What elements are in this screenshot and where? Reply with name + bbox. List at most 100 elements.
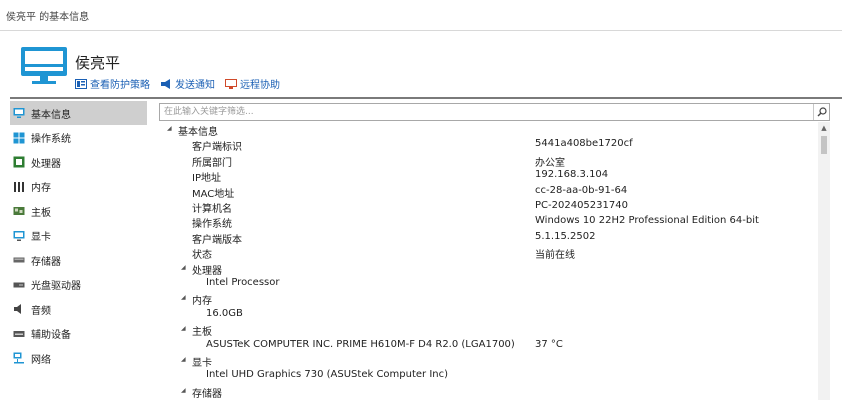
remote-screen-icon bbox=[225, 78, 237, 89]
expand-arrow-icon: ◢ bbox=[181, 386, 186, 394]
cpu-icon bbox=[13, 156, 25, 168]
memory-icon bbox=[14, 181, 24, 192]
table-row: IP地址 192.168.3.104 bbox=[159, 168, 818, 185]
filter-input[interactable] bbox=[160, 104, 810, 120]
sidebar-item-label: 存储器 bbox=[31, 256, 61, 268]
sidebar-item-os[interactable]: 操作系统 bbox=[10, 126, 147, 150]
send-notice-link[interactable]: 发送通知 bbox=[160, 76, 215, 91]
row-key: 操作系统 bbox=[192, 219, 232, 231]
sidebar-item-memory[interactable]: 内存 bbox=[10, 175, 147, 199]
category-sidebar: 基本信息 操作系统 处理器 内存 主板 显卡 存储器 光盘驱动器 音频 辅助设备… bbox=[10, 101, 147, 400]
sidebar-item-label: 光盘驱动器 bbox=[31, 281, 81, 292]
sidebar-item-label: 内存 bbox=[31, 183, 51, 194]
row-value: ASUSTeK COMPUTER INC. PRIME H610M-F D4 R… bbox=[206, 338, 515, 350]
sidebar-item-label: 辅助设备 bbox=[31, 330, 71, 341]
expand-arrow-icon: ◢ bbox=[167, 125, 172, 132]
sidebar-item-cpu[interactable]: 处理器 bbox=[10, 150, 147, 174]
header-divider bbox=[10, 97, 842, 99]
row-value: 192.168.3.104 bbox=[535, 169, 609, 181]
row-key: 客户端标识 bbox=[192, 142, 242, 154]
table-row: 计算机名 PC-202405231740 bbox=[159, 199, 818, 215]
row-key: 计算机名 bbox=[192, 204, 232, 215]
row-value: 16.0GB bbox=[206, 307, 243, 319]
sidebar-item-label: 操作系统 bbox=[31, 134, 71, 145]
row-value: Intel Processor bbox=[206, 277, 280, 288]
expand-arrow-icon: ◢ bbox=[181, 325, 186, 333]
row-value: 5441a408be1720cf bbox=[535, 138, 633, 150]
row-value: 办公室 bbox=[535, 157, 565, 169]
row-key: 状态 bbox=[192, 250, 212, 262]
sidebar-item-label: 显卡 bbox=[31, 232, 51, 243]
remote-assist-label: 远程协助 bbox=[240, 80, 280, 91]
optical-drive-icon bbox=[13, 282, 25, 287]
sidebar-item-basic-info[interactable]: 基本信息 bbox=[10, 101, 147, 125]
keyboard-icon bbox=[13, 330, 25, 337]
network-icon bbox=[13, 352, 24, 364]
megaphone-icon bbox=[161, 78, 170, 89]
table-row: 所属部门 办公室 bbox=[159, 153, 818, 169]
expand-arrow-icon: ◢ bbox=[181, 294, 186, 302]
monitor-icon bbox=[21, 47, 67, 84]
sidebar-item-label: 基本信息 bbox=[31, 109, 71, 121]
windows-icon bbox=[13, 132, 25, 143]
search-icon bbox=[817, 107, 827, 117]
client-user-name: 侯亮平 bbox=[75, 54, 121, 72]
board-temperature: 37 °C bbox=[535, 338, 563, 350]
sidebar-item-motherboard[interactable]: 主板 bbox=[10, 199, 147, 223]
client-header: 侯亮平 查看防护策略 发送通知 远程协助 bbox=[0, 32, 842, 96]
sidebar-item-label: 音频 bbox=[31, 305, 51, 317]
remote-assist-link[interactable]: 远程协助 bbox=[225, 76, 280, 91]
row-value: cc-28-aa-0b-91-64 bbox=[535, 184, 628, 196]
row-key: 所属部门 bbox=[192, 157, 232, 169]
search-button[interactable] bbox=[813, 104, 829, 120]
table-row: MAC地址 cc-28-aa-0b-91-64 bbox=[159, 184, 818, 200]
section-title: 显卡 bbox=[192, 358, 212, 369]
sidebar-item-optical-drive[interactable]: 光盘驱动器 bbox=[10, 273, 147, 297]
tree-section-cpu[interactable]: ◢ 处理器 bbox=[159, 261, 818, 277]
table-row: 客户端版本 5.1.15.2502 bbox=[159, 230, 818, 246]
motherboard-icon bbox=[13, 207, 25, 215]
title-bar: 侯亮平 的基本信息 bbox=[0, 0, 842, 31]
speaker-icon bbox=[14, 304, 21, 314]
tree-section-gpu[interactable]: ◢ 显卡 bbox=[159, 353, 818, 369]
table-row: Intel UHD Graphics 730 (ASUStek Computer… bbox=[159, 368, 818, 383]
scroll-up-icon[interactable]: ▲ bbox=[818, 122, 830, 134]
send-notice-label: 发送通知 bbox=[175, 80, 215, 91]
sidebar-item-network[interactable]: 网络 bbox=[10, 346, 147, 370]
hard-drive-icon bbox=[13, 257, 25, 263]
info-tree: ◢ 基本信息 客户端标识 5441a408be1720cf 所属部门 办公室 I… bbox=[159, 122, 818, 400]
table-row: 状态 当前在线 bbox=[159, 245, 818, 262]
row-value: 当前在线 bbox=[535, 250, 575, 262]
sidebar-item-storage[interactable]: 存储器 bbox=[10, 248, 147, 272]
section-title: 内存 bbox=[192, 296, 212, 308]
row-key: MAC地址 bbox=[192, 188, 235, 200]
sidebar-item-audio[interactable]: 音频 bbox=[10, 297, 147, 321]
scrollbar-thumb[interactable] bbox=[821, 136, 827, 154]
tree-section-storage[interactable]: ◢ 存储器 bbox=[159, 384, 818, 400]
row-value: 5.1.15.2502 bbox=[535, 230, 596, 242]
row-value: PC-202405231740 bbox=[535, 200, 628, 211]
header-links: 查看防护策略 发送通知 远程协助 bbox=[75, 76, 280, 91]
section-title: 主板 bbox=[192, 327, 212, 339]
view-policy-label: 查看防护策略 bbox=[90, 80, 150, 91]
table-row: 客户端标识 5441a408be1720cf bbox=[159, 137, 818, 154]
sidebar-item-label: 网络 bbox=[31, 354, 51, 366]
expand-arrow-icon: ◢ bbox=[181, 263, 186, 271]
tree-scrollbar[interactable]: ▲ bbox=[818, 122, 830, 400]
tree-section-basic-info[interactable]: ◢ 基本信息 bbox=[159, 122, 818, 138]
sidebar-item-label: 主板 bbox=[31, 207, 51, 219]
table-row: 16.0GB bbox=[159, 307, 818, 322]
sidebar-item-gpu[interactable]: 显卡 bbox=[10, 224, 147, 248]
table-row: ASUSTeK COMPUTER INC. PRIME H610M-F D4 R… bbox=[159, 338, 818, 353]
sidebar-item-label: 处理器 bbox=[31, 158, 61, 170]
tree-section-memory[interactable]: ◢ 内存 bbox=[159, 291, 818, 308]
view-policy-link[interactable]: 查看防护策略 bbox=[75, 76, 150, 91]
table-row: 操作系统 Windows 10 22H2 Professional Editio… bbox=[159, 214, 818, 231]
tree-section-motherboard[interactable]: ◢ 主板 bbox=[159, 322, 818, 339]
row-value: Intel UHD Graphics 730 (ASUStek Computer… bbox=[206, 369, 449, 381]
monitor-small-icon bbox=[13, 108, 25, 118]
window-title: 侯亮平 的基本信息 bbox=[6, 12, 90, 23]
row-value: Windows 10 22H2 Professional Edition 64-… bbox=[535, 215, 759, 227]
sidebar-item-peripherals[interactable]: 辅助设备 bbox=[10, 322, 147, 346]
row-key: IP地址 bbox=[192, 173, 221, 185]
